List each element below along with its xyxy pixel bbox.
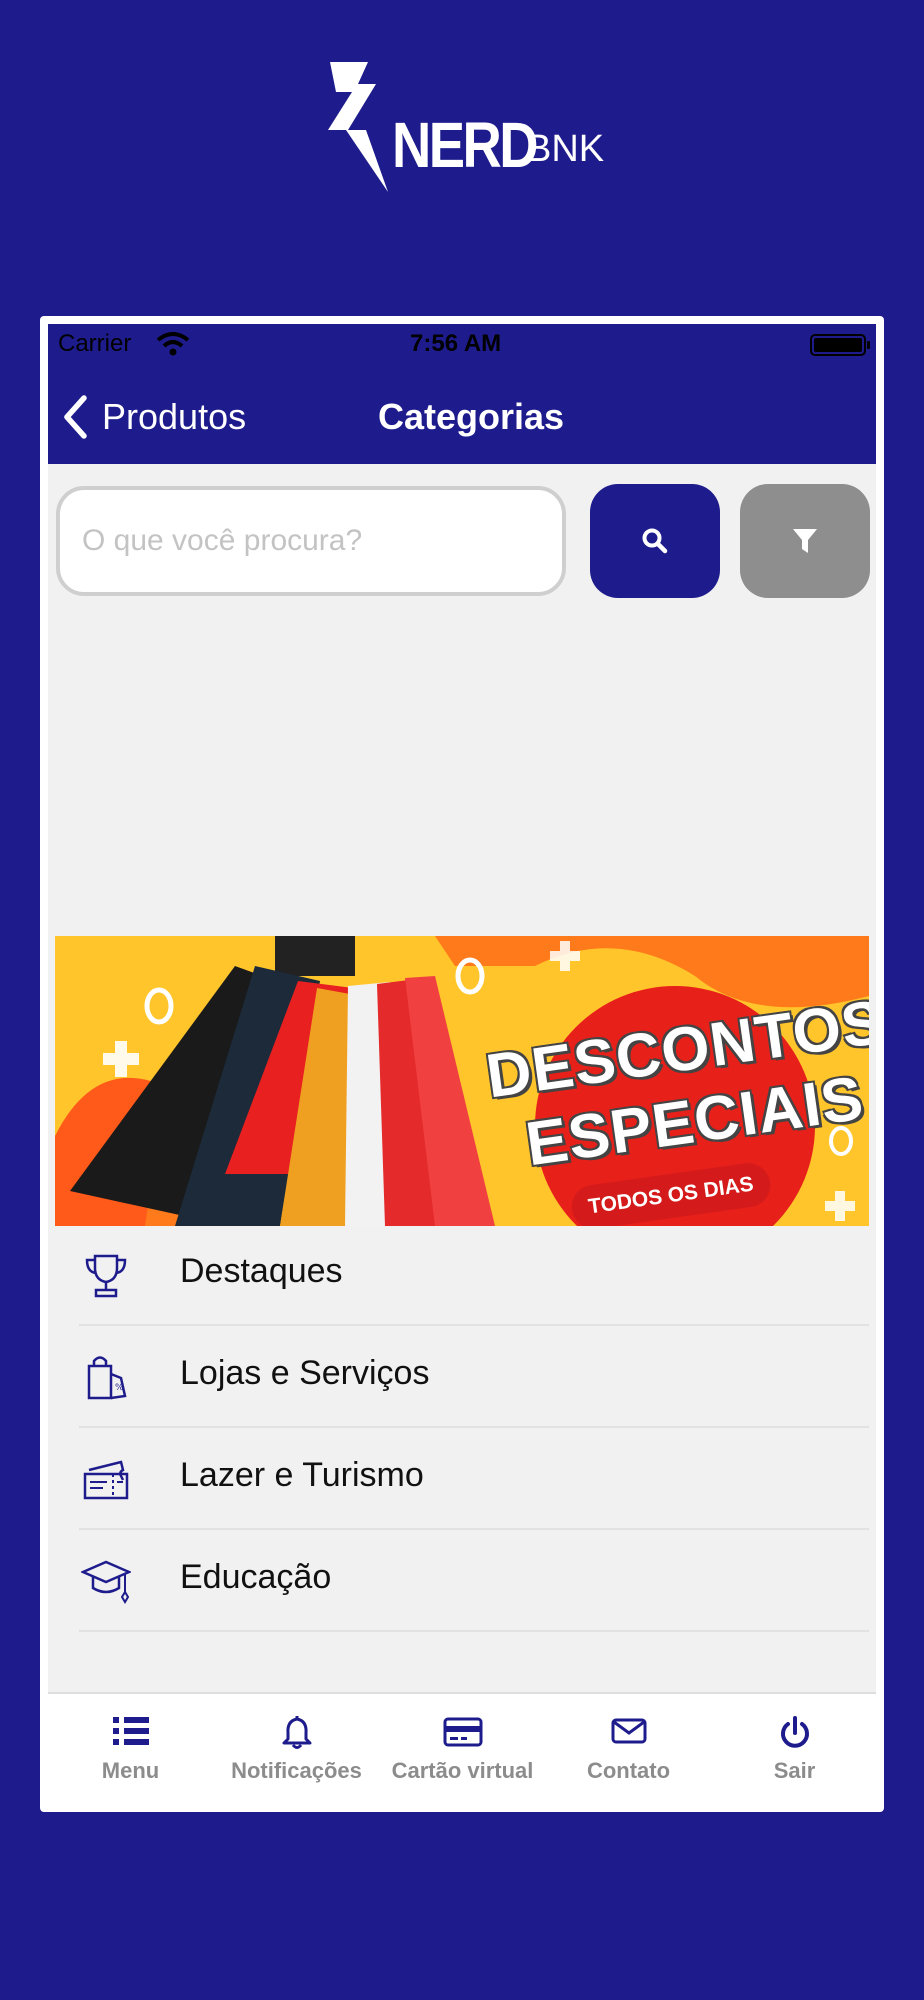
tab-label: Notificações — [231, 1758, 362, 1783]
category-label: Educação — [180, 1558, 332, 1596]
list-icon — [112, 1717, 149, 1745]
filter-icon — [793, 529, 817, 553]
power-icon — [780, 1716, 809, 1748]
brand-name-bold: NERD — [392, 109, 538, 181]
category-educacao[interactable]: Educação — [55, 1530, 869, 1632]
category-destaques[interactable]: Destaques — [55, 1224, 869, 1326]
tab-menu[interactable]: Menu — [48, 1694, 213, 1804]
tab-label: Cartão virtual — [391, 1758, 534, 1783]
trophy-icon — [85, 1254, 127, 1298]
svg-text:%: % — [115, 1383, 124, 1393]
credit-card-icon — [443, 1717, 482, 1747]
category-label: Destaques — [180, 1252, 343, 1290]
bell-icon — [282, 1716, 311, 1749]
tab-cartao-virtual[interactable]: Cartão virtual — [380, 1694, 545, 1804]
carrier-label: Carrier — [58, 330, 132, 357]
category-list: Destaques % Lojas e Serviços Lazer e Tur… — [55, 1224, 869, 1632]
promo-banner[interactable]: DESCONTOS ESPECIAIS TODOS OS DIAS — [55, 936, 869, 1226]
tab-sair[interactable]: Sair — [712, 1694, 876, 1804]
status-bar: Carrier 7:56 AM — [48, 328, 876, 358]
category-label: Lazer e Turismo — [180, 1456, 424, 1494]
tickets-icon — [83, 1460, 129, 1500]
lightning-bolt-icon — [328, 62, 388, 192]
battery-icon — [810, 334, 870, 356]
tab-label: Contato — [586, 1758, 671, 1783]
page-title: Categorias — [377, 396, 565, 437]
category-lojas-e-servicos[interactable]: % Lojas e Serviços — [55, 1326, 869, 1428]
brand-name-light: BNK — [526, 128, 605, 170]
tab-contato[interactable]: Contato — [546, 1694, 711, 1804]
search-icon — [642, 528, 668, 554]
tab-notificacoes[interactable]: Notificações — [214, 1694, 379, 1804]
tab-label: Sair — [773, 1758, 816, 1783]
nav-header: Carrier 7:56 AM Produtos Categorias — [48, 324, 876, 464]
filter-button[interactable] — [740, 484, 870, 598]
search-input[interactable] — [56, 486, 566, 596]
envelope-icon — [611, 1718, 646, 1744]
app-screen: Carrier 7:56 AM Produtos Categorias O qu… — [48, 324, 876, 1804]
search-button[interactable] — [590, 484, 720, 598]
bottom-tab-bar: Menu Notificações Cartão virtual Contato… — [48, 1692, 876, 1804]
category-label: Lojas e Serviços — [180, 1354, 430, 1392]
wifi-icon — [156, 332, 190, 356]
shopping-bag-icon: % — [87, 1356, 127, 1400]
tab-label: Menu — [101, 1758, 160, 1783]
graduation-cap-icon — [81, 1560, 131, 1604]
app-frame: Carrier 7:56 AM Produtos Categorias O qu… — [40, 316, 884, 1812]
brand-logo: NERD BNK — [328, 60, 604, 192]
status-time: 7:56 AM — [410, 330, 502, 357]
category-lazer-e-turismo[interactable]: Lazer e Turismo — [55, 1428, 869, 1530]
